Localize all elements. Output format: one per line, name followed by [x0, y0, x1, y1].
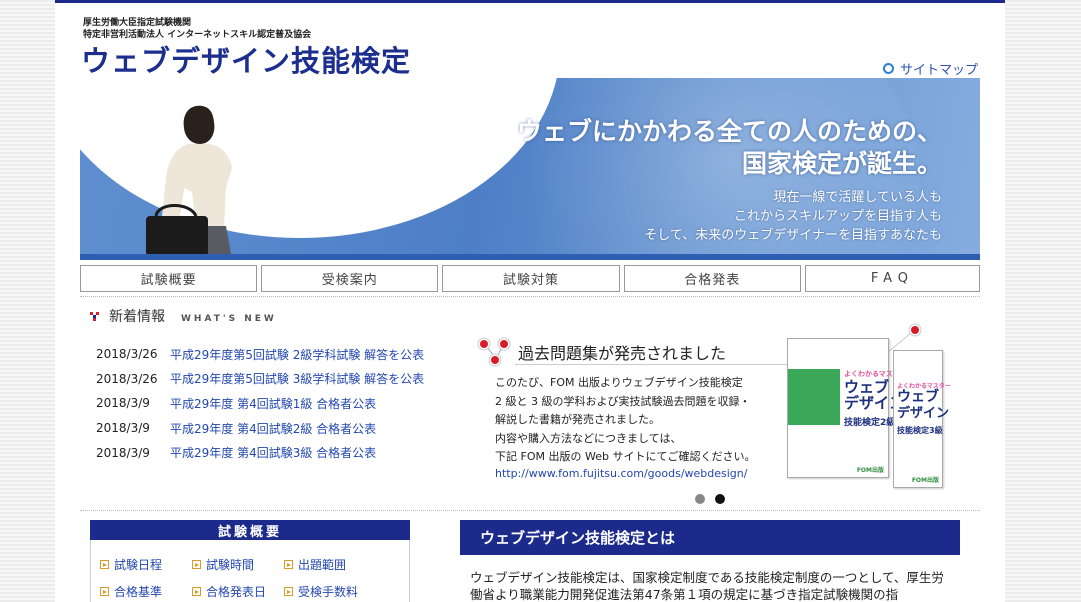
hero-bottom-band — [80, 254, 980, 260]
promo-line-1: このたび、FOM 出版よりウェブデザイン技能検定 — [495, 376, 743, 389]
overview-link-label: 試験日程 — [114, 558, 163, 572]
news-subtitle: WHAT'S NEW — [181, 314, 277, 324]
news-date: 2018/3/26 — [96, 347, 158, 362]
nav-item-overview[interactable]: 試験概要 — [80, 265, 258, 292]
overview-link-label: 受検手数料 — [298, 585, 359, 599]
list-item: 2018/3/26 平成29年度第5回試験 2級学科試験 解答を公表 — [96, 342, 424, 367]
promo-line-4: 内容や購入方法などにつきましては、 — [495, 431, 682, 445]
divider — [80, 510, 980, 511]
arrow-right-icon — [284, 587, 293, 596]
about-heading: ウェブデザイン技能検定とは — [460, 520, 960, 555]
book-cover-grade2: よくわかるマスター ウェブ デザイン 技能検定2級 FOM出版 — [787, 338, 907, 478]
book-publisher: FOM出版 — [856, 467, 884, 474]
hero-headline-1: ウェブにかかわる全ての人のための、 — [516, 117, 942, 146]
book-title-2: デザイン — [897, 406, 950, 421]
promo-line-2: 2 級と 3 級の学科および実技試験過去問題を収録・ — [495, 394, 751, 408]
site-logo[interactable]: ウェブデザイン技能検定 — [81, 38, 411, 80]
promo-line-3: 解説した書籍が発売されました。 — [495, 413, 660, 426]
arrow-right-icon — [192, 560, 201, 569]
overview-link-label: 試験時間 — [206, 558, 255, 572]
divider — [80, 296, 980, 297]
list-item: 2018/3/9 平成29年度 第4回試験2級 合格者公表 — [96, 416, 424, 441]
ring-icon — [883, 63, 894, 74]
book-title-1: ウェブ — [897, 389, 939, 405]
slide-pager — [695, 494, 725, 504]
slide-dot-2-active[interactable] — [715, 494, 725, 504]
book-green-band — [788, 369, 840, 425]
news-title: 新着情報 — [109, 309, 165, 325]
pin-icon — [477, 337, 511, 367]
overview-link-criteria[interactable]: 合格基準 — [100, 583, 192, 600]
list-item: 2018/3/9 平成29年度 第4回試験1級 合格者公表 — [96, 391, 424, 416]
overview-link-result-date[interactable]: 合格発表日 — [192, 583, 284, 600]
news-date: 2018/3/26 — [96, 371, 158, 386]
overview-link-label: 合格基準 — [114, 585, 163, 599]
promo-line-5: 下記 FOM 出版の Web サイトにてご確認ください。 — [495, 450, 756, 463]
list-item: 2018/3/26 平成29年度第5回試験 3級学科試験 解答を公表 — [96, 367, 424, 392]
overview-heading: 試験概要 — [90, 520, 410, 540]
slide-dot-1[interactable] — [695, 494, 705, 504]
nav-item-guide[interactable]: 受検案内 — [261, 265, 439, 292]
person-illustration — [146, 105, 232, 260]
overview-link-scope[interactable]: 出題範囲 — [284, 556, 376, 573]
hero-banner: ウェブにかかわる全ての人のための、 国家検定が誕生。 現在一線で活躍している人も… — [80, 78, 980, 260]
global-nav: 試験概要 受検案内 試験対策 合格発表 FAQ — [80, 265, 981, 292]
book-publisher: FOM出版 — [911, 477, 939, 484]
overview-link-label: 合格発表日 — [206, 585, 267, 599]
nav-item-results[interactable]: 合格発表 — [623, 265, 801, 292]
overview-links: 試験日程 試験時間 出題範囲 合格基準 合格発表日 受検手数料 — [100, 556, 376, 600]
news-date: 2018/3/9 — [96, 445, 150, 460]
page: 厚生労働大臣指定試験機関 特定非営利活動法人 インターネットスキル認定普及協会 … — [55, 0, 1005, 602]
hero-sub-3: そして、未来のウェブデザイナーを目指すあなたも — [644, 228, 942, 243]
news-link[interactable]: 平成29年度 第4回試験1級 合格者公表 — [170, 395, 376, 412]
news-mark-icon — [90, 312, 99, 321]
hero-sub-1: 現在一線で活躍している人も — [773, 190, 942, 205]
hero-sub-2: これからスキルアップを目指す人も — [733, 209, 942, 224]
promo-url-link[interactable]: http://www.fom.fujitsu.com/goods/webdesi… — [495, 467, 747, 480]
promo-slide[interactable]: 過去問題集が発売されました このたび、FOM 出版よりウェブデザイン技能検定 2… — [475, 320, 975, 490]
arrow-right-icon — [100, 587, 109, 596]
list-item: 2018/3/9 平成29年度 第4回試験3級 合格者公表 — [96, 440, 424, 465]
news-link[interactable]: 平成29年度 第4回試験3級 合格者公表 — [170, 444, 376, 461]
news-heading: 新着情報 WHAT'S NEW — [90, 306, 277, 326]
promo-title: 過去問題集が発売されました — [518, 344, 727, 363]
arrow-right-icon — [192, 587, 201, 596]
nav-item-preparation[interactable]: 試験対策 — [442, 265, 620, 292]
overview-link-fee[interactable]: 受検手数料 — [284, 583, 376, 600]
book-grade: 技能検定3級 — [897, 426, 943, 435]
news-link[interactable]: 平成29年度 第4回試験2級 合格者公表 — [170, 420, 376, 437]
sitemap-link[interactable]: サイトマップ — [883, 59, 978, 78]
news-link[interactable]: 平成29年度第5回試験 2級学科試験 解答を公表 — [170, 346, 424, 363]
news-link[interactable]: 平成29年度第5回試験 3級学科試験 解答を公表 — [170, 370, 424, 387]
overview-link-label: 出題範囲 — [298, 558, 347, 572]
sitemap-label: サイトマップ — [900, 63, 979, 78]
news-list: 2018/3/26 平成29年度第5回試験 2級学科試験 解答を公表 2018/… — [96, 342, 424, 465]
news-date: 2018/3/9 — [96, 421, 150, 436]
top-bar — [55, 0, 1005, 3]
overview-link-schedule[interactable]: 試験日程 — [100, 556, 192, 573]
nav-item-faq[interactable]: FAQ — [804, 265, 981, 292]
overview-link-time[interactable]: 試験時間 — [192, 556, 284, 573]
arrow-right-icon — [284, 560, 293, 569]
promo-description: このたび、FOM 出版よりウェブデザイン技能検定 2 級と 3 級の学科および実… — [495, 374, 755, 467]
book-cover-grade3: よくわかるマスター ウェブ デザイン 技能検定3級 FOM出版 — [893, 350, 951, 488]
book-grade: 技能検定2級 — [844, 418, 896, 428]
hero-headline-2: 国家検定が誕生。 — [741, 149, 942, 178]
arrow-right-icon — [100, 560, 109, 569]
about-text: ウェブデザイン技能検定は、国家検定制度である技能検定制度の一つとして、厚生労働省… — [470, 570, 944, 602]
news-date: 2018/3/9 — [96, 396, 150, 411]
